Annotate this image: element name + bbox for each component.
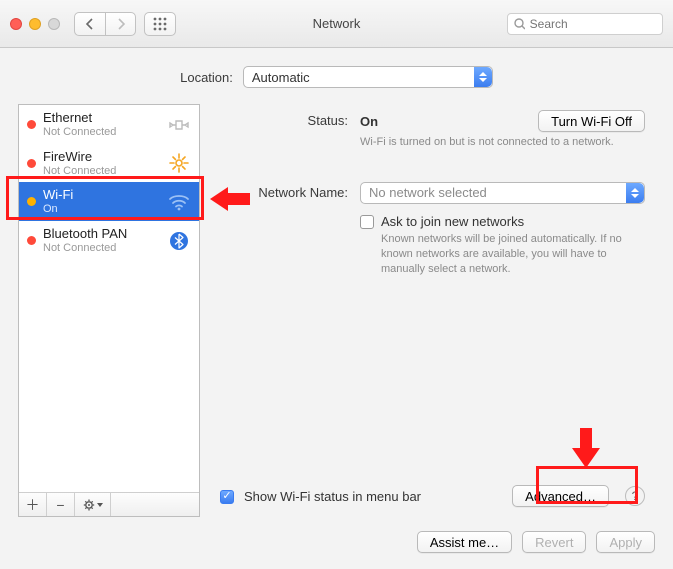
network-name-select[interactable]: No network selected <box>360 182 645 204</box>
status-dot-icon <box>27 120 36 129</box>
service-name: FireWire <box>43 150 116 165</box>
advanced-button[interactable]: Advanced… <box>512 485 609 507</box>
apply-button[interactable]: Apply <box>596 531 655 553</box>
ask-to-join-checkbox[interactable] <box>360 215 374 229</box>
status-dot-icon <box>27 236 36 245</box>
services-sidebar: Ethernet Not Connected FireWire Not Conn… <box>18 104 200 517</box>
grid-icon <box>153 17 167 31</box>
sidebar-item-wifi[interactable]: Wi-Fi On <box>19 182 199 221</box>
ethernet-icon <box>167 115 191 135</box>
location-row: Location: Automatic <box>18 66 655 88</box>
minus-icon: − <box>56 497 64 513</box>
ask-to-join-hint: Known networks will be joined automatica… <box>381 232 645 277</box>
location-value: Automatic <box>252 70 310 85</box>
location-label: Location: <box>180 70 233 85</box>
service-status: Not Connected <box>43 242 127 255</box>
search-input[interactable] <box>530 17 656 31</box>
sidebar-footer: ＋ − <box>19 492 199 516</box>
titlebar: Network <box>0 0 673 48</box>
add-service-button[interactable]: ＋ <box>19 493 47 516</box>
nav-back-forward <box>74 12 136 36</box>
status-value: On <box>360 114 378 129</box>
remove-service-button[interactable]: − <box>47 493 75 516</box>
service-name: Bluetooth PAN <box>43 227 127 242</box>
search-icon <box>514 18 525 30</box>
minimize-window-icon[interactable] <box>29 18 41 30</box>
ask-to-join-label: Ask to join new networks <box>381 214 524 229</box>
status-hint: Wi-Fi is turned on but is not connected … <box>360 135 645 150</box>
status-dot-icon <box>27 197 36 206</box>
plus-icon: ＋ <box>26 495 40 515</box>
location-select[interactable]: Automatic <box>243 66 493 88</box>
dialog-button-row: Assist me… Revert Apply <box>18 531 655 553</box>
assist-me-button[interactable]: Assist me… <box>417 531 512 553</box>
sidebar-item-ethernet[interactable]: Ethernet Not Connected <box>19 105 199 144</box>
services-list: Ethernet Not Connected FireWire Not Conn… <box>19 105 199 492</box>
service-status: On <box>43 203 73 216</box>
stepper-icon <box>626 183 644 203</box>
search-field[interactable] <box>507 13 663 35</box>
revert-button[interactable]: Revert <box>522 531 586 553</box>
show-menubar-label: Show Wi-Fi status in menu bar <box>244 489 421 504</box>
service-status: Not Connected <box>43 165 116 178</box>
stepper-icon <box>474 67 492 87</box>
service-name: Ethernet <box>43 111 116 126</box>
service-status: Not Connected <box>43 126 116 139</box>
chevron-right-icon <box>116 18 126 30</box>
window-traffic-lights <box>10 18 60 30</box>
close-window-icon[interactable] <box>10 18 22 30</box>
zoom-window-icon[interactable] <box>48 18 60 30</box>
sidebar-item-firewire[interactable]: FireWire Not Connected <box>19 144 199 183</box>
content-area: Location: Automatic Ethernet Not Connect… <box>0 48 673 569</box>
network-name-label: Network Name: <box>220 182 348 204</box>
status-dot-icon <box>27 159 36 168</box>
gear-dropdown-icon <box>83 498 103 512</box>
toggle-wifi-button[interactable]: Turn Wi-Fi Off <box>538 110 645 132</box>
bluetooth-icon <box>167 231 191 251</box>
firewire-icon <box>167 153 191 173</box>
show-all-prefs-button[interactable] <box>144 12 176 36</box>
detail-pane: Status: On Turn Wi-Fi Off Wi-Fi is turne… <box>214 104 655 517</box>
show-menubar-checkbox[interactable] <box>220 490 234 504</box>
wifi-icon <box>167 193 191 211</box>
status-label: Status: <box>220 110 348 150</box>
action-menu-button[interactable] <box>75 493 111 516</box>
forward-button[interactable] <box>105 13 135 35</box>
service-name: Wi-Fi <box>43 188 73 203</box>
sidebar-item-bluetooth-pan[interactable]: Bluetooth PAN Not Connected <box>19 221 199 260</box>
help-button[interactable]: ? <box>625 486 645 506</box>
network-name-value: No network selected <box>369 185 487 200</box>
chevron-left-icon <box>85 18 95 30</box>
back-button[interactable] <box>75 13 105 35</box>
